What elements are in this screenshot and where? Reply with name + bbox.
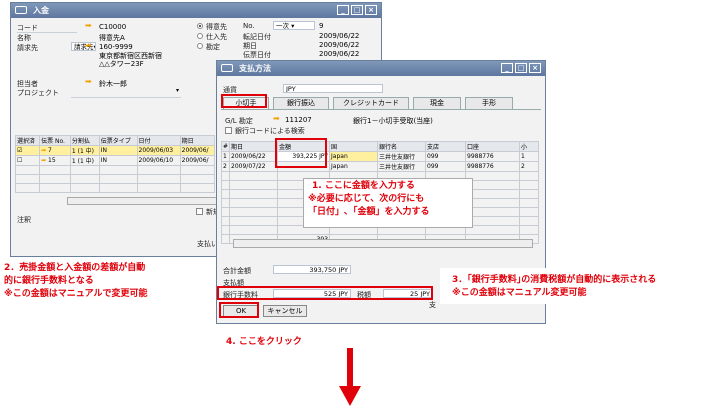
table-row[interactable]: ☐ ➡ 15 1 (1 中) IN 2009/06/10 2009/06/ (14, 155, 216, 166)
tab-bill[interactable]: 手形 (465, 97, 513, 109)
col-branch: 支店 (425, 141, 467, 152)
row-check[interactable]: ☐ (14, 155, 41, 166)
payment-titlebar: 入金 _ □ × (11, 3, 381, 18)
post-date-value[interactable]: 2009/06/22 (319, 32, 359, 40)
col-bank: 銀行名 (377, 141, 427, 152)
doc-date-label: 伝票日付 (243, 51, 271, 59)
tab-cash[interactable]: 現金 (413, 97, 461, 109)
annotation-1-line2: ※必要に応じて、次の行にも (308, 194, 425, 204)
currency-field[interactable]: JPY (283, 84, 383, 93)
minimize-button[interactable]: _ (337, 5, 349, 15)
radio-account-label: 勘定 (206, 43, 220, 51)
down-arrow-icon (339, 348, 361, 406)
annotation-2-line1: 2．売掛金額と入金額の差額が自動 (4, 263, 146, 273)
tab-credit-card[interactable]: クレジットカード (333, 97, 409, 109)
cancel-button[interactable]: キャンセル (263, 305, 307, 317)
annotation-4: 4. ここをクリック (226, 337, 302, 347)
link-arrow-icon[interactable]: ➡ (85, 21, 92, 30)
window-icon (221, 64, 233, 72)
payment-method-title: 支払方法 (239, 64, 271, 73)
name-value: 得意先A (99, 34, 125, 42)
radio-customer-label: 得意先 (206, 23, 227, 31)
code-value: C10000 (99, 23, 127, 31)
maximize-button[interactable]: □ (351, 5, 363, 15)
series-select[interactable]: 一次 ▾ (273, 21, 315, 30)
col-doc-no: 伝票 No. (39, 135, 71, 146)
total-field: 393,750 JPY (273, 265, 351, 274)
new-checkbox[interactable] (196, 208, 203, 215)
col-date: 日付 (136, 135, 181, 146)
radio-vendor[interactable] (197, 33, 203, 39)
highlight-ok (219, 302, 259, 318)
radio-vendor-label: 仕入先 (206, 33, 227, 41)
annotation-3-line2: ※この金額はマニュアル変更可能 (452, 288, 587, 298)
col-doc-type: 伝票タイプ (98, 135, 138, 146)
horizontal-scrollbar[interactable] (233, 239, 533, 248)
highlight-amount (275, 138, 327, 168)
col-country: 国 (329, 141, 379, 152)
minimize-button[interactable]: _ (501, 63, 513, 73)
col-num: # (220, 141, 231, 152)
billing-type-select[interactable]: 請求先▾ (71, 42, 96, 51)
gl-account-desc: 銀行1－小切手受取(当座) (353, 117, 433, 125)
col-account: 口座 (465, 141, 521, 152)
highlight-check-tab (221, 94, 267, 108)
address-line3: △△タワー23F (99, 60, 144, 68)
payment-label: 支払い (197, 240, 218, 248)
payment-title: 入金 (33, 6, 49, 15)
annotation-1-line3: 「日付」､「金額」を入力する (308, 207, 430, 217)
invoice-table: 選択済 伝票 No. 分割払 伝票タイプ 日付 期日 ☑ ➡ 7 1 (1 中)… (14, 135, 216, 193)
radio-account[interactable] (197, 43, 203, 49)
side-label: 支 (429, 301, 436, 309)
billing-label: 請求先 (17, 44, 38, 52)
gl-account-label: G/L 勘定 (225, 117, 253, 125)
bank-code-checkbox[interactable] (225, 127, 232, 134)
col-extra: 小 (519, 141, 539, 152)
doc-date-value[interactable]: 2009/06/22 (319, 50, 359, 58)
annotation-2-line2: 的に銀行手数料となる (4, 276, 94, 286)
radio-customer[interactable] (197, 23, 203, 29)
annotation-2-line3: ※この金額はマニュアルで変更可能 (4, 289, 148, 299)
horizontal-scrollbar[interactable] (67, 197, 217, 205)
remarks-label: 注釈 (17, 216, 31, 224)
name-label: 名称 (17, 34, 31, 42)
billing-arrow-icon[interactable]: ➡ (85, 41, 92, 50)
maximize-button[interactable]: □ (515, 63, 527, 73)
annotation-1-line1: 1. ここに金額を入力する (312, 181, 415, 191)
gl-arrow-icon[interactable]: ➡ (273, 114, 280, 123)
due-date-value[interactable]: 2009/06/22 (319, 41, 359, 49)
table-row[interactable]: 2 2009/07/22 Japan 三井住友銀行 099 9988776 2 (220, 161, 539, 172)
doc-number: 9 (319, 22, 324, 30)
owner-value: 鈴木一郎 (99, 80, 127, 88)
row-check[interactable]: ☑ (14, 145, 41, 156)
project-dropdown-icon[interactable]: ▾ (176, 87, 179, 94)
col-split: 分割払 (69, 135, 100, 146)
tab-bank-transfer[interactable]: 銀行振込 (273, 97, 329, 109)
col-due: 期日 (179, 135, 216, 146)
owner-arrow-icon[interactable]: ➡ (85, 77, 92, 86)
bank-code-label: 銀行コードによる検索 (235, 127, 305, 135)
project-label: プロジェクト (17, 89, 59, 97)
window-icon (15, 6, 27, 14)
address-line1: 160-9999 (99, 43, 133, 51)
highlight-fee-tax (217, 286, 433, 300)
annotation-3-line1: 3．｢銀行手数料｣の消費税額が自動的に表示される (452, 275, 657, 285)
close-button[interactable]: × (365, 5, 377, 15)
total-label: 合計金額 (223, 267, 251, 275)
table-row[interactable]: 1 2009/06/22 393,225 JPY Japan 三井住友銀行 09… (220, 151, 539, 162)
gl-account-value[interactable]: 111207 (285, 116, 312, 124)
payment-method-titlebar: 支払方法 _ □ × (217, 61, 545, 76)
col-selected: 選択済 (14, 135, 41, 146)
col-due: 期日 (229, 141, 279, 152)
no-label: No. (243, 22, 255, 30)
table-row[interactable]: ☑ ➡ 7 1 (1 中) IN 2009/06/03 2009/06/ (14, 145, 216, 156)
close-button[interactable]: × (529, 63, 541, 73)
